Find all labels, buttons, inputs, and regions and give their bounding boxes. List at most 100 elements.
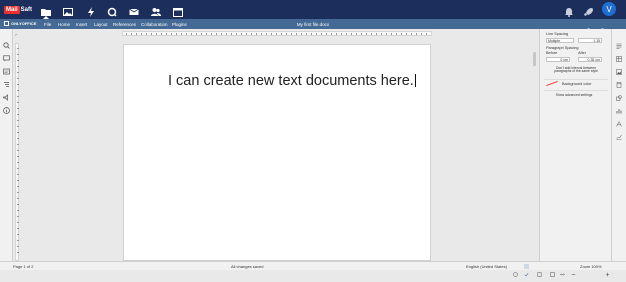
collapse-icon[interactable] [614,21,621,33]
header-footer-icon[interactable] [616,75,622,88]
ruler-toggle-icon[interactable]: ⌐ [15,32,20,37]
ruler-tick [17,138,19,139]
calendar-icon[interactable] [173,4,183,17]
ruler-tick [311,33,312,35]
line-spacing-mode-select[interactable]: Multiple [546,38,574,43]
fit-width-icon[interactable] [560,264,565,276]
ruler-tick [401,33,402,35]
ruler-tick [141,33,142,35]
ruler-tick [17,198,19,199]
feedback-icon[interactable] [3,88,10,101]
ruler-tick [256,33,257,35]
paragraph-spacing-label: Paragraph Spacing [546,46,579,50]
doc-info-icon[interactable] [537,264,542,277]
ruler-tick [131,33,132,35]
document-paragraph[interactable]: I can create new text documents here. [168,73,414,89]
rocket-icon[interactable] [584,4,594,16]
ruler-tick [201,33,202,35]
ruler-tick [316,33,317,35]
spell-check-icon[interactable] [524,264,529,277]
menu-insert[interactable]: Insert [76,22,87,27]
users-icon[interactable] [151,4,161,16]
find-icon[interactable] [3,36,10,49]
line-spacing-value: 1.15 [593,39,600,43]
ruler-tick [17,66,19,67]
ruler-tick [17,222,19,223]
ruler-tick [221,33,222,35]
user-avatar[interactable]: V [602,2,616,16]
about-icon[interactable] [3,101,10,114]
signature-settings-icon[interactable] [616,127,622,140]
document-page[interactable]: I can create new text documents here. [123,44,431,261]
add-user-icon[interactable] [586,21,593,34]
ruler-tick [136,33,137,35]
paragraph-settings-icon[interactable] [616,36,622,49]
ruler-tick [416,33,417,35]
after-label: After [578,51,587,55]
logo-suffix: Saft [20,6,33,13]
ruler-tick [126,33,127,35]
lightning-icon[interactable] [86,4,96,17]
zoom-level: Zoom 100% [580,264,602,269]
language-selector[interactable]: English (United States) [466,264,507,269]
menu-layout[interactable]: Layout [94,22,108,27]
image-settings-icon[interactable] [616,62,622,75]
track-changes-icon[interactable] [513,264,518,277]
ruler-tick [281,33,282,35]
ruler-tick [17,168,19,169]
ruler-tick [17,156,19,157]
navigation-icon[interactable] [3,75,10,87]
app-logo[interactable]: Mail Saft [4,4,32,15]
text-cursor [414,74,416,87]
comments-icon[interactable] [3,49,10,62]
fit-page-icon[interactable] [550,264,555,277]
image-icon[interactable] [63,4,73,16]
text-art-settings-icon[interactable] [616,114,622,127]
spacing-after-input[interactable]: 0.35 cm [578,57,602,62]
ruler-tick [17,246,19,247]
horizontal-ruler[interactable] [122,31,432,36]
page-info[interactable]: Page 1 of 2 [13,264,33,269]
menu-plugins[interactable]: Plugins [172,22,187,27]
line-spacing-value-input[interactable]: 1.15 [578,38,602,43]
chat-icon[interactable] [3,62,10,75]
menu-references[interactable]: References [113,22,136,27]
show-advanced-settings-link[interactable]: Show advanced settings [554,93,594,99]
menu-home[interactable]: Home [58,22,70,27]
logo-brand: Mail [4,5,20,14]
search-icon[interactable] [107,4,117,17]
no-interval-checkbox[interactable]: Don't add interval between paragraphs of… [547,66,605,75]
ruler-tick [411,33,412,35]
chart-settings-icon[interactable] [616,101,622,114]
background-color-swatch[interactable] [546,80,558,87]
line-spacing-mode-value: Multiple [548,39,561,43]
vertical-ruler[interactable] [15,43,19,261]
ruler-tick [146,33,147,35]
ruler-tick [17,216,19,217]
shape-settings-icon[interactable] [616,88,622,101]
document-scrollbar[interactable] [533,52,536,66]
document-body-text[interactable]: I can create new text documents here. [168,73,416,89]
ruler-tick [17,204,19,205]
folder-icon[interactable] [41,4,51,16]
no-interval-label: Don't add interval between paragraphs of… [554,65,598,74]
ruler-tick [261,33,262,35]
zoom-in-icon[interactable] [605,264,610,277]
ruler-tick [241,33,242,35]
bell-icon[interactable] [564,4,574,17]
ruler-tick [426,33,427,35]
menu-collaboration[interactable]: Collaboration [141,22,168,27]
ruler-tick [17,54,19,55]
ruler-tick [17,150,19,151]
menu-file[interactable]: File [44,22,51,27]
ruler-tick [17,120,19,121]
panel-divider [544,90,608,91]
zoom-out-icon[interactable] [571,264,576,275]
open-folder-icon[interactable] [600,21,609,35]
table-settings-icon[interactable] [616,49,622,62]
spacing-before-input[interactable]: 0 cm [546,57,570,62]
ruler-tick [17,60,19,61]
ruler-tick [151,33,152,35]
mail-icon[interactable] [129,4,139,15]
app-topbar: Mail Saft V [0,0,626,19]
